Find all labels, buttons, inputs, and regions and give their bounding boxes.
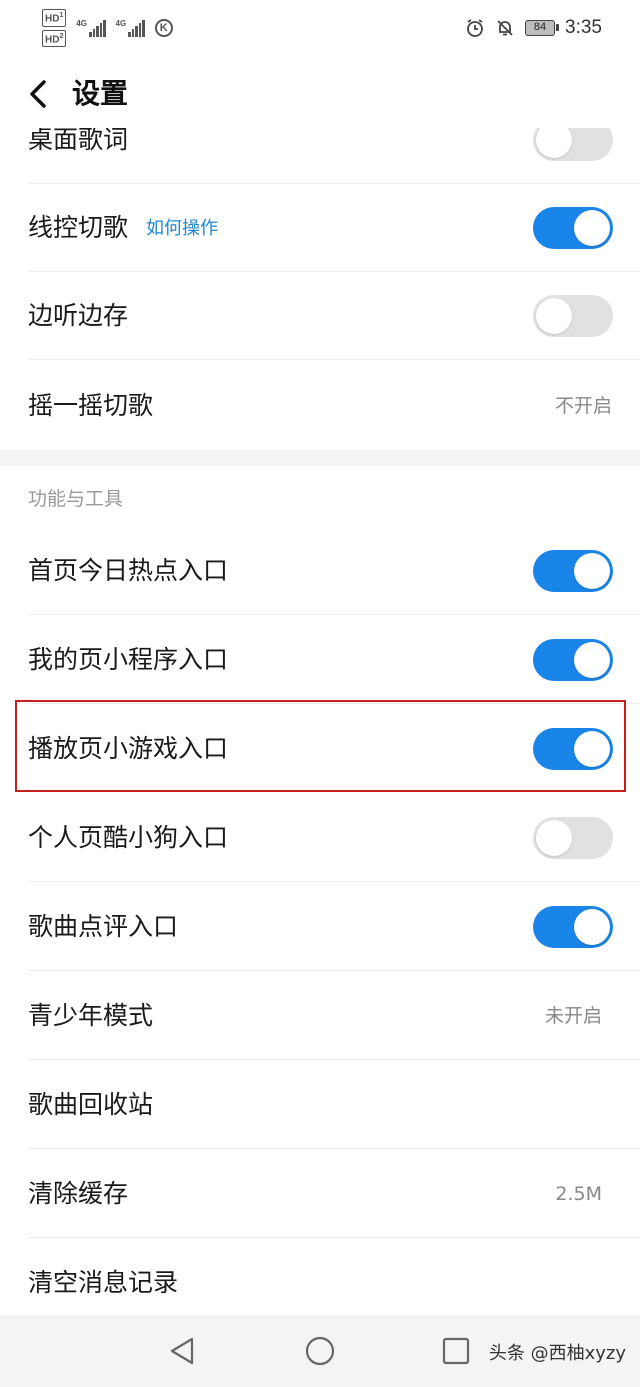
- status-right: 84 3:35: [465, 14, 602, 42]
- setting-row-profile-kugou[interactable]: 个人页酷小狗入口: [0, 794, 640, 882]
- hd-1-text: HD: [45, 13, 60, 25]
- signal-icon-2: 4G: [116, 19, 145, 37]
- k-app-text: K: [159, 22, 168, 34]
- setting-label: 摇一摇切歌: [28, 391, 154, 420]
- home-hot-toggle[interactable]: [533, 550, 613, 592]
- status-time: 3:35: [565, 17, 602, 38]
- toggle-knob: [536, 298, 572, 334]
- setting-label: 青少年模式: [28, 1001, 154, 1030]
- battery-level: 84: [533, 21, 547, 33]
- how-to-link[interactable]: 如何操作: [146, 218, 218, 239]
- listen-save-toggle[interactable]: [533, 295, 613, 337]
- status-left: HD1 HD2 4G 4G K: [42, 9, 173, 47]
- setting-label: 线控切歌: [28, 213, 129, 242]
- setting-row-wire-control[interactable]: 线控切歌 如何操作: [0, 184, 640, 272]
- setting-row-shake[interactable]: 摇一摇切歌 不开启: [0, 362, 640, 450]
- setting-value: 未开启: [544, 1005, 602, 1027]
- setting-row-recycle-bin[interactable]: 歌曲回收站: [0, 1061, 640, 1149]
- toggle-knob: [574, 642, 610, 678]
- header: 设置: [0, 64, 640, 128]
- setting-row-song-review[interactable]: 歌曲点评入口: [0, 883, 640, 971]
- hd-indicators: HD1 HD2: [42, 9, 67, 47]
- battery-icon: 84: [525, 20, 560, 36]
- hd-icon-1: HD1: [42, 9, 67, 27]
- song-review-toggle[interactable]: [533, 906, 613, 948]
- setting-label: 我的页小程序入口: [28, 645, 229, 674]
- setting-row-clear-messages[interactable]: 清空消息记录: [0, 1239, 640, 1327]
- toggle-knob: [574, 210, 610, 246]
- status-bar: HD1 HD2 4G 4G K 84 3:35: [0, 0, 640, 56]
- circle-home-icon[interactable]: [300, 1331, 340, 1371]
- row-divider: [28, 614, 640, 615]
- row-divider: [28, 1059, 640, 1060]
- setting-value: 2.5M: [555, 1183, 602, 1205]
- highlight-box: [15, 700, 626, 792]
- mine-miniprogram-toggle[interactable]: [533, 639, 613, 681]
- setting-label: 清空消息记录: [28, 1268, 179, 1297]
- setting-label: 清除缓存: [28, 1179, 129, 1208]
- square-recents-icon[interactable]: [436, 1331, 476, 1371]
- network-type-1: 4G: [76, 19, 88, 28]
- row-divider: [28, 970, 640, 971]
- setting-label: 歌曲回收站: [28, 1090, 154, 1119]
- alarm-icon: [467, 19, 483, 37]
- setting-row-clear-cache[interactable]: 清除缓存 2.5M: [0, 1150, 640, 1238]
- setting-label: 边听边存: [28, 301, 129, 330]
- page-title: 设置: [72, 77, 129, 110]
- profile-kugou-toggle[interactable]: [533, 817, 613, 859]
- setting-row-listen-save[interactable]: 边听边存: [0, 272, 640, 360]
- k-app-icon: K: [154, 19, 173, 37]
- navigation-bar: 头条 @西柚xyzy: [0, 1315, 640, 1387]
- watermark-text: 头条 @西柚xyzy: [488, 1343, 626, 1364]
- toggle-knob: [574, 909, 610, 945]
- hd-2-sub: 2: [59, 32, 64, 40]
- chevron-left-icon[interactable]: [22, 76, 58, 112]
- bell-muted-icon: [497, 20, 513, 36]
- setting-label: 首页今日热点入口: [28, 556, 229, 585]
- setting-row-mine-miniprogram[interactable]: 我的页小程序入口: [0, 616, 640, 704]
- row-divider: [28, 1237, 640, 1238]
- hd-1-sub: 1: [59, 12, 64, 20]
- setting-label: 个人页酷小狗入口: [28, 823, 229, 852]
- toggle-knob: [574, 553, 610, 589]
- setting-label: 歌曲点评入口: [28, 912, 179, 941]
- toggle-knob: [536, 820, 572, 856]
- triangle-back-icon[interactable]: [163, 1331, 203, 1371]
- hd-icon-2: HD2: [42, 29, 67, 47]
- hd-2-text: HD: [45, 33, 60, 45]
- network-type-2: 4G: [115, 19, 127, 28]
- row-divider: [28, 881, 640, 882]
- row-divider: [28, 1148, 640, 1149]
- setting-label-wrap: 线控切歌 如何操作: [28, 184, 218, 272]
- signal-icon-1: 4G: [76, 19, 106, 37]
- section-gap: [0, 450, 640, 466]
- setting-row-teen-mode[interactable]: 青少年模式 未开启: [0, 972, 640, 1060]
- section-title: 功能与工具: [28, 488, 124, 510]
- setting-value: 不开启: [554, 395, 612, 417]
- wire-control-toggle[interactable]: [533, 207, 613, 249]
- row-divider: [28, 359, 640, 360]
- setting-row-home-hot[interactable]: 首页今日热点入口: [0, 527, 640, 615]
